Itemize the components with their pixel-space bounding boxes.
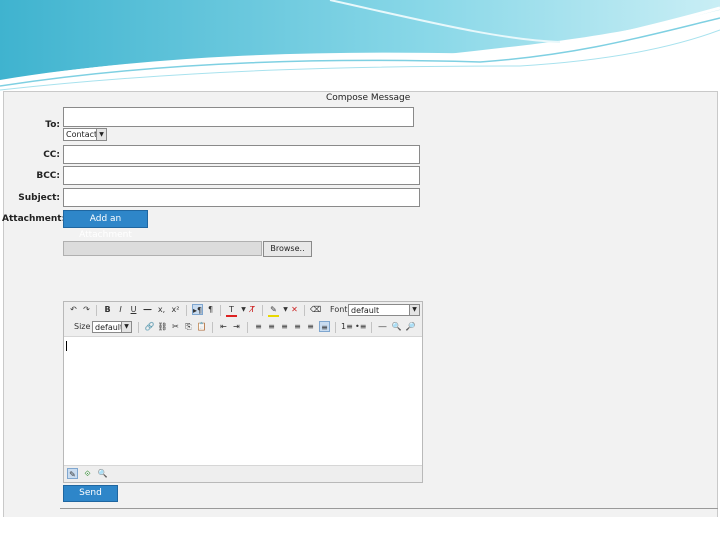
toolbar-separator	[212, 322, 213, 333]
unlink-icon[interactable]: ⛓	[157, 321, 168, 332]
divider	[60, 508, 718, 509]
size-label: Size	[74, 322, 91, 331]
to-label: To:	[45, 120, 60, 130]
bcc-label: BCC:	[36, 171, 60, 181]
align-block-icon[interactable]: ≡	[319, 321, 330, 332]
design-mode-icon[interactable]: ✎	[67, 468, 78, 479]
toolbar-separator	[262, 305, 263, 316]
font-select-value: default	[351, 306, 380, 315]
editor-toolbar-row-2: Size default ▼ 🔗 ⛓ ✂ ⎘ 📋 ⇤ ⇥ ≡ ≡ ≡ ≡ ≡ ≡…	[64, 319, 422, 337]
toolbar-separator	[304, 305, 305, 316]
align-left-icon[interactable]: ≡	[253, 321, 264, 332]
send-button[interactable]: Send	[63, 485, 118, 502]
subject-field[interactable]	[63, 188, 420, 207]
editor-toolbar-row-1: ↶ ↷ B I U — x, x² ▸¶ ¶ T ▼ T̸ ✎ ▼ ✕ ⌫ Fo…	[64, 302, 422, 320]
toolbar-separator	[335, 322, 336, 333]
toolbar-separator	[371, 322, 372, 333]
size-select-value: default	[95, 323, 124, 332]
editor-mode-bar: ✎ ⟐ 🔍	[64, 465, 422, 482]
strikethrough-icon[interactable]: —	[142, 304, 153, 315]
underline-icon[interactable]: U	[128, 304, 139, 315]
attachment-label: Attachment:	[2, 214, 66, 224]
toolbar-separator	[186, 305, 187, 316]
html-mode-icon[interactable]: ⟐	[82, 468, 93, 479]
header-banner	[0, 0, 720, 91]
outdent-icon[interactable]: ⇤	[218, 321, 229, 332]
replace-icon[interactable]: 🔎	[405, 321, 416, 332]
cc-label: CC:	[43, 150, 60, 160]
chevron-down-icon[interactable]: ▼	[121, 322, 131, 332]
align-center-icon[interactable]: ≡	[266, 321, 277, 332]
italic-icon[interactable]: I	[115, 304, 126, 315]
rich-text-editor: ↶ ↷ B I U — x, x² ▸¶ ¶ T ▼ T̸ ✎ ▼ ✕ ⌫ Fo…	[63, 301, 423, 483]
chevron-down-icon[interactable]: ▼	[96, 129, 106, 140]
toolbar-separator	[220, 305, 221, 316]
chevron-down-icon[interactable]: ▼	[409, 305, 419, 315]
cut-icon[interactable]: ✂	[170, 321, 181, 332]
toolbar-separator	[247, 322, 248, 333]
find-icon[interactable]: 🔍	[391, 321, 402, 332]
text-caret	[66, 341, 67, 351]
align-full-icon[interactable]: ≡	[305, 321, 316, 332]
add-attachment-button[interactable]: Add an Attachment	[63, 210, 148, 240]
eraser-icon[interactable]: ⌫	[310, 304, 321, 315]
align-right-icon[interactable]: ≡	[279, 321, 290, 332]
subject-label: Subject:	[18, 193, 60, 203]
link-icon[interactable]: 🔗	[144, 321, 155, 332]
cc-field[interactable]	[63, 145, 420, 164]
undo-icon[interactable]: ↶	[68, 304, 79, 315]
font-label: Font	[330, 305, 348, 314]
preview-mode-icon[interactable]: 🔍	[97, 468, 108, 479]
file-path-field[interactable]	[63, 241, 262, 256]
unordered-list-icon[interactable]: •≡	[355, 321, 366, 332]
page-title: Compose Message	[326, 93, 411, 103]
browse-button[interactable]: Browse..	[263, 241, 312, 257]
ordered-list-icon[interactable]: 1≡	[341, 321, 353, 332]
rtl-direction-icon[interactable]: ¶	[205, 304, 216, 315]
ltr-direction-icon[interactable]: ▸¶	[192, 304, 203, 315]
message-body[interactable]	[64, 338, 422, 466]
remove-highlight-icon[interactable]: ✕	[289, 304, 300, 315]
font-select[interactable]: default ▼	[348, 304, 420, 316]
horizontal-rule-icon[interactable]: ―	[377, 321, 388, 332]
subscript-icon[interactable]: x,	[156, 304, 167, 315]
highlight-color-icon[interactable]: ✎	[268, 304, 279, 317]
paste-icon[interactable]: 📋	[196, 321, 207, 332]
superscript-icon[interactable]: x²	[170, 304, 181, 315]
contacts-select[interactable]: Contacts ▼	[63, 128, 107, 141]
size-select[interactable]: default ▼	[92, 321, 132, 333]
toolbar-separator	[138, 322, 139, 333]
bcc-field[interactable]	[63, 166, 420, 185]
copy-icon[interactable]: ⎘	[183, 321, 194, 332]
redo-icon[interactable]: ↷	[81, 304, 92, 315]
bold-icon[interactable]: B	[102, 304, 113, 315]
align-justify-icon[interactable]: ≡	[292, 321, 303, 332]
remove-text-color-icon[interactable]: T̸	[247, 304, 258, 315]
toolbar-separator	[96, 305, 97, 316]
text-color-icon[interactable]: T	[226, 304, 237, 317]
indent-icon[interactable]: ⇥	[231, 321, 242, 332]
to-field[interactable]	[63, 107, 414, 127]
